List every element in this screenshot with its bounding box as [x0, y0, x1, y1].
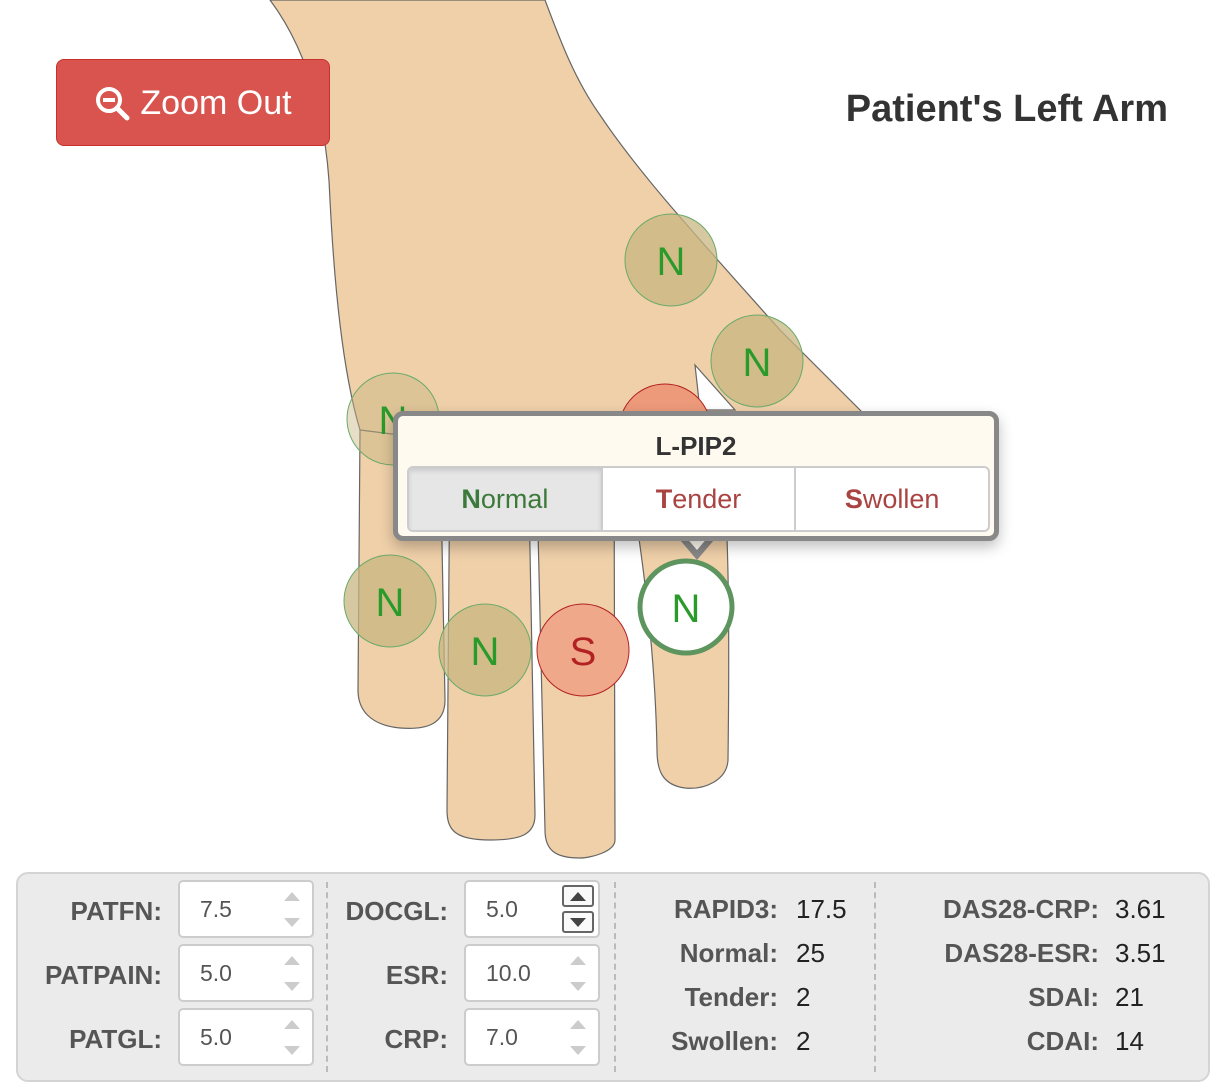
docgl-label: DOCGL:	[345, 896, 448, 926]
status-button-group: Normal Tender Swollen	[407, 466, 990, 532]
patfn-input[interactable]: 7.5	[178, 880, 314, 938]
zoom-out-label: Zoom Out	[140, 83, 292, 122]
patgl-label: PATGL:	[69, 1024, 162, 1054]
patpain-decrement[interactable]	[276, 975, 308, 997]
divider	[326, 882, 328, 1072]
rapid3-label: RAPID3:	[673, 894, 778, 924]
normal-count-value: 25	[796, 938, 825, 968]
scores-panel: PATFN: 7.5 PATPAIN: 5.0 PATGL: 5.0 DOCGL…	[16, 872, 1210, 1082]
sdai-value: 21	[1115, 982, 1144, 1012]
sdai-label: SDAI:	[1028, 982, 1099, 1012]
docgl-increment[interactable]	[562, 885, 594, 907]
popover-title: L-PIP2	[655, 431, 737, 461]
das28crp-label: DAS28-CRP:	[942, 894, 1099, 924]
crp-input[interactable]: 7.0	[464, 1008, 600, 1066]
rapid3-value: 17.5	[796, 894, 847, 924]
swollen-count-label: Swollen:	[671, 1026, 778, 1056]
patpain-value: 5.0	[200, 960, 232, 986]
joint-label: N	[471, 630, 500, 674]
crp-value: 7.0	[486, 1024, 518, 1050]
swollen-button-rest: wollen	[862, 483, 940, 514]
joint-marker-1[interactable]: N	[710, 314, 804, 408]
patgl-input[interactable]: 5.0	[178, 1008, 314, 1066]
patgl-increment[interactable]	[276, 1013, 308, 1035]
joint-marker-4[interactable]: N	[343, 554, 437, 648]
tender-button[interactable]: Tender	[603, 468, 797, 530]
joint-marker-5[interactable]: N	[438, 603, 532, 697]
esr-input[interactable]: 10.0	[464, 944, 600, 1002]
docgl-input[interactable]: 5.0	[464, 880, 600, 938]
joint-label: N	[376, 581, 405, 625]
das28esr-value: 3.51	[1115, 938, 1166, 968]
joint-marker-selected[interactable]: N	[637, 558, 735, 656]
cdai-value: 14	[1115, 1026, 1144, 1056]
tender-count-label: Tender:	[684, 982, 778, 1012]
crp-decrement[interactable]	[562, 1039, 594, 1061]
patpain-input[interactable]: 5.0	[178, 944, 314, 1002]
patpain-label: PATPAIN:	[45, 960, 162, 990]
normal-count-label: Normal:	[679, 938, 778, 968]
divider	[874, 882, 876, 1072]
divider	[614, 882, 616, 1072]
esr-value: 10.0	[486, 960, 531, 986]
joint-label: N	[657, 240, 686, 284]
patfn-label: PATFN:	[70, 896, 162, 926]
joint-status-popover: L-PIP2 Normal Tender Swollen	[393, 411, 999, 541]
zoom-out-button[interactable]: Zoom Out	[56, 59, 330, 146]
tender-button-initial: T	[655, 483, 673, 514]
patgl-value: 5.0	[200, 1024, 232, 1050]
patfn-value: 7.5	[200, 896, 232, 922]
tender-count-value: 2	[796, 982, 811, 1012]
page-title: Patient's Left Arm	[845, 88, 1168, 130]
patgl-decrement[interactable]	[276, 1039, 308, 1061]
normal-button-initial: N	[461, 483, 481, 514]
patpain-increment[interactable]	[276, 949, 308, 971]
normal-button[interactable]: Normal	[409, 468, 603, 530]
docgl-value: 5.0	[486, 896, 518, 922]
esr-label: ESR:	[385, 960, 448, 990]
joint-label: S	[570, 630, 597, 674]
tender-button-rest: ender	[672, 483, 742, 514]
esr-decrement[interactable]	[562, 975, 594, 997]
das28esr-label: DAS28-ESR:	[944, 938, 1099, 968]
swollen-button[interactable]: Swollen	[796, 468, 988, 530]
patfn-decrement[interactable]	[276, 911, 308, 933]
joint-label: N	[743, 341, 772, 385]
crp-increment[interactable]	[562, 1013, 594, 1035]
docgl-decrement[interactable]	[562, 911, 594, 933]
esr-increment[interactable]	[562, 949, 594, 971]
patfn-increment[interactable]	[276, 885, 308, 907]
joint-label: N	[672, 587, 701, 631]
das28crp-value: 3.61	[1115, 894, 1166, 924]
swollen-count-value: 2	[796, 1026, 811, 1056]
swollen-button-initial: S	[844, 483, 863, 514]
joint-marker-0[interactable]: N	[624, 213, 718, 307]
joint-marker-6[interactable]: S	[536, 603, 630, 697]
crp-label: CRP:	[384, 1024, 448, 1054]
cdai-label: CDAI:	[1026, 1026, 1099, 1056]
zoom-out-icon	[96, 86, 130, 120]
normal-button-rest: ormal	[480, 483, 549, 514]
